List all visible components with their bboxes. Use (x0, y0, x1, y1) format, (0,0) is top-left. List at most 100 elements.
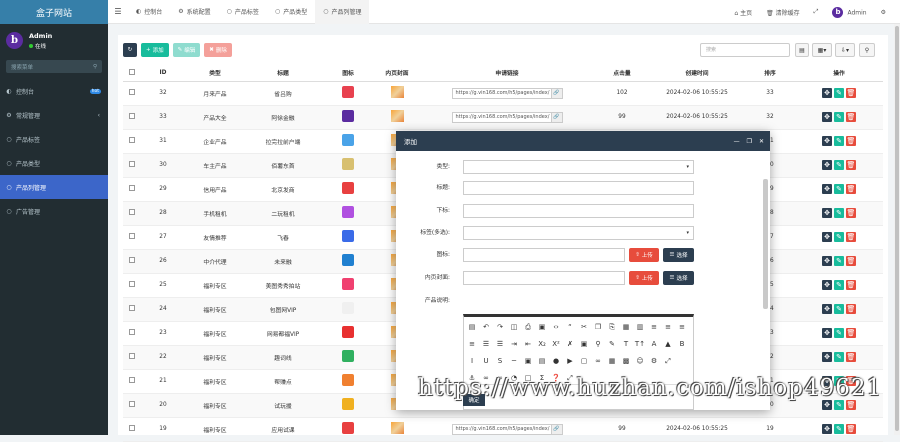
column-header[interactable]: ID (141, 65, 185, 82)
delete-icon[interactable]: 🗑 (846, 424, 856, 434)
delete-button[interactable]: ✖ 删除 (204, 43, 232, 57)
row-checkbox[interactable] (129, 233, 135, 239)
search-toggle-icon[interactable]: ⚲ (859, 43, 875, 57)
copy-icon[interactable]: ❐ (594, 323, 602, 331)
link-input[interactable]: https://g.vin168.com/h5/pages/index/ (451, 423, 552, 435)
subtitle-input[interactable] (463, 204, 694, 218)
row-checkbox[interactable] (129, 113, 135, 119)
paste-icon[interactable]: ⎘ (608, 323, 616, 331)
image-icon[interactable]: ▣ (524, 357, 532, 365)
table-row[interactable]: 33 产品大全 阿徐金融 https://g.vin168.com/h5/pages/… (123, 105, 883, 130)
tab-product-list[interactable]: ○ 产品列管理 (315, 0, 370, 24)
close-icon[interactable]: ✕ (759, 138, 764, 145)
edit-icon[interactable]: ✎ (834, 160, 844, 170)
save-icon[interactable]: ◫ (510, 323, 518, 331)
sidebar-item-types[interactable]: ○ 产品类型 (0, 151, 108, 175)
find-icon[interactable]: ⚲ (594, 340, 602, 348)
delete-icon[interactable]: 🗑 (846, 136, 856, 146)
cover-select-button[interactable]: ☰ 选择 (663, 271, 694, 285)
dialog-scrollbar[interactable] (763, 179, 768, 309)
tab-product-tags[interactable]: ○ 产品标签 (219, 0, 267, 24)
paste-word-icon[interactable]: ▥ (636, 323, 644, 331)
icon-upload-button[interactable]: ⇧ 上传 (629, 248, 659, 262)
drag-icon[interactable]: ✥ (822, 112, 832, 122)
row-checkbox[interactable] (129, 377, 135, 383)
help-icon[interactable]: ⚙ (650, 357, 658, 365)
edit-icon[interactable]: ✎ (834, 88, 844, 98)
row-checkbox[interactable] (129, 281, 135, 287)
tab-system-config[interactable]: ⚙ 系统配置 (170, 0, 218, 24)
delete-icon[interactable]: 🗑 (846, 352, 856, 362)
table-search-input[interactable]: 搜索 (700, 43, 790, 57)
sidebar-item-general[interactable]: ⚙ 常规管理 ‹ (0, 103, 108, 127)
row-checkbox[interactable] (129, 89, 135, 95)
edit-icon[interactable]: ✎ (834, 208, 844, 218)
menu-toggle-icon[interactable]: ☰ (108, 7, 128, 16)
drag-icon[interactable]: ✥ (822, 136, 832, 146)
edit-icon[interactable]: ✎ (834, 400, 844, 410)
row-checkbox[interactable] (129, 329, 135, 335)
link-input[interactable]: https://g.vin168.com/h5/pages/index/ (451, 87, 552, 99)
icon-select-button[interactable]: ☰ 选择 (663, 248, 694, 262)
column-header[interactable]: 点击量 (595, 65, 649, 82)
map-icon[interactable]: ▩ (622, 357, 630, 365)
drag-icon[interactable]: ✥ (822, 328, 832, 338)
app-logo[interactable]: 盒子网站 (0, 0, 108, 24)
link-field[interactable]: https://g.vin168.com/h5/pages/index/🔗 (451, 87, 563, 99)
preview-icon[interactable]: ▣ (538, 323, 546, 331)
print-icon[interactable]: ⎙ (524, 323, 532, 331)
refresh-button[interactable]: ↻ (123, 43, 137, 57)
drag-icon[interactable]: ✥ (822, 256, 832, 266)
type-select[interactable]: ▾ (463, 160, 694, 174)
row-checkbox[interactable] (129, 353, 135, 359)
ordered-list-icon[interactable]: ☰ (482, 340, 490, 348)
unordered-list-icon[interactable]: ☰ (496, 340, 504, 348)
subscript-icon[interactable]: X₂ (538, 340, 546, 348)
sidebar-search-input[interactable]: 搜索菜单 (11, 63, 33, 71)
tab-product-types[interactable]: ○ 产品类型 (267, 0, 315, 24)
sidebar-item-dashboard[interactable]: ◐ 控制台 hot (0, 79, 108, 103)
drag-icon[interactable]: ✥ (822, 400, 832, 410)
clear-cache-button[interactable]: 🗑 清除缓存 (766, 8, 800, 17)
emoticon-icon[interactable]: ☺ (636, 357, 644, 365)
delete-icon[interactable]: 🗑 (846, 112, 856, 122)
add-button[interactable]: + 添加 (141, 43, 169, 57)
multi-image-icon[interactable]: ▤ (538, 357, 546, 365)
edit-icon[interactable]: ✎ (834, 112, 844, 122)
sidebar-item-products[interactable]: ○ 产品列管理 (0, 175, 108, 199)
outdent-icon[interactable]: ⇤ (524, 340, 532, 348)
row-checkbox[interactable] (129, 209, 135, 215)
title-input[interactable] (463, 181, 694, 195)
cover-input[interactable] (463, 271, 625, 285)
toggle-view-icon[interactable]: ▤ (795, 43, 809, 57)
link-field[interactable]: https://g.vin168.com/h5/pages/index/🔗 (451, 423, 563, 435)
select-all-checkbox[interactable] (129, 68, 135, 75)
row-checkbox[interactable] (129, 425, 135, 431)
icon-input[interactable] (463, 248, 625, 262)
minimize-icon[interactable]: — (734, 138, 740, 145)
link-field[interactable]: https://g.vin168.com/h5/pages/index/🔗 (451, 111, 563, 123)
link-input[interactable]: https://g.vin168.com/h5/pages/index/ (451, 111, 552, 123)
highlight-icon[interactable]: ▲ (664, 340, 672, 348)
delete-icon[interactable]: 🗑 (846, 232, 856, 242)
edit-icon[interactable]: ✎ (834, 328, 844, 338)
delete-icon[interactable]: 🗑 (846, 160, 856, 170)
sidebar-item-ads[interactable]: ○ 广告管理 (0, 199, 108, 223)
strikethrough-icon[interactable]: S (496, 357, 504, 365)
edit-icon[interactable]: ✎ (834, 256, 844, 266)
align-left-icon[interactable]: ≡ (650, 323, 658, 331)
justify-icon[interactable]: ≡ (468, 340, 476, 348)
underline-icon[interactable]: U (482, 357, 490, 365)
edit-icon[interactable]: ✎ (834, 424, 844, 434)
table-icon[interactable]: ▦ (608, 357, 616, 365)
file-icon[interactable]: ▢ (580, 357, 588, 365)
edit-icon[interactable]: ✎ (834, 232, 844, 242)
source-icon[interactable]: ▤ (468, 323, 476, 331)
align-right-icon[interactable]: ≡ (678, 323, 686, 331)
font-size-icon[interactable]: T↑ (635, 340, 645, 348)
edit-icon[interactable]: ✎ (834, 352, 844, 362)
settings-icon[interactable]: ⚙ (881, 9, 886, 16)
row-checkbox[interactable] (129, 305, 135, 311)
delete-icon[interactable]: 🗑 (846, 208, 856, 218)
link-icon[interactable]: 🔗 (551, 87, 563, 99)
